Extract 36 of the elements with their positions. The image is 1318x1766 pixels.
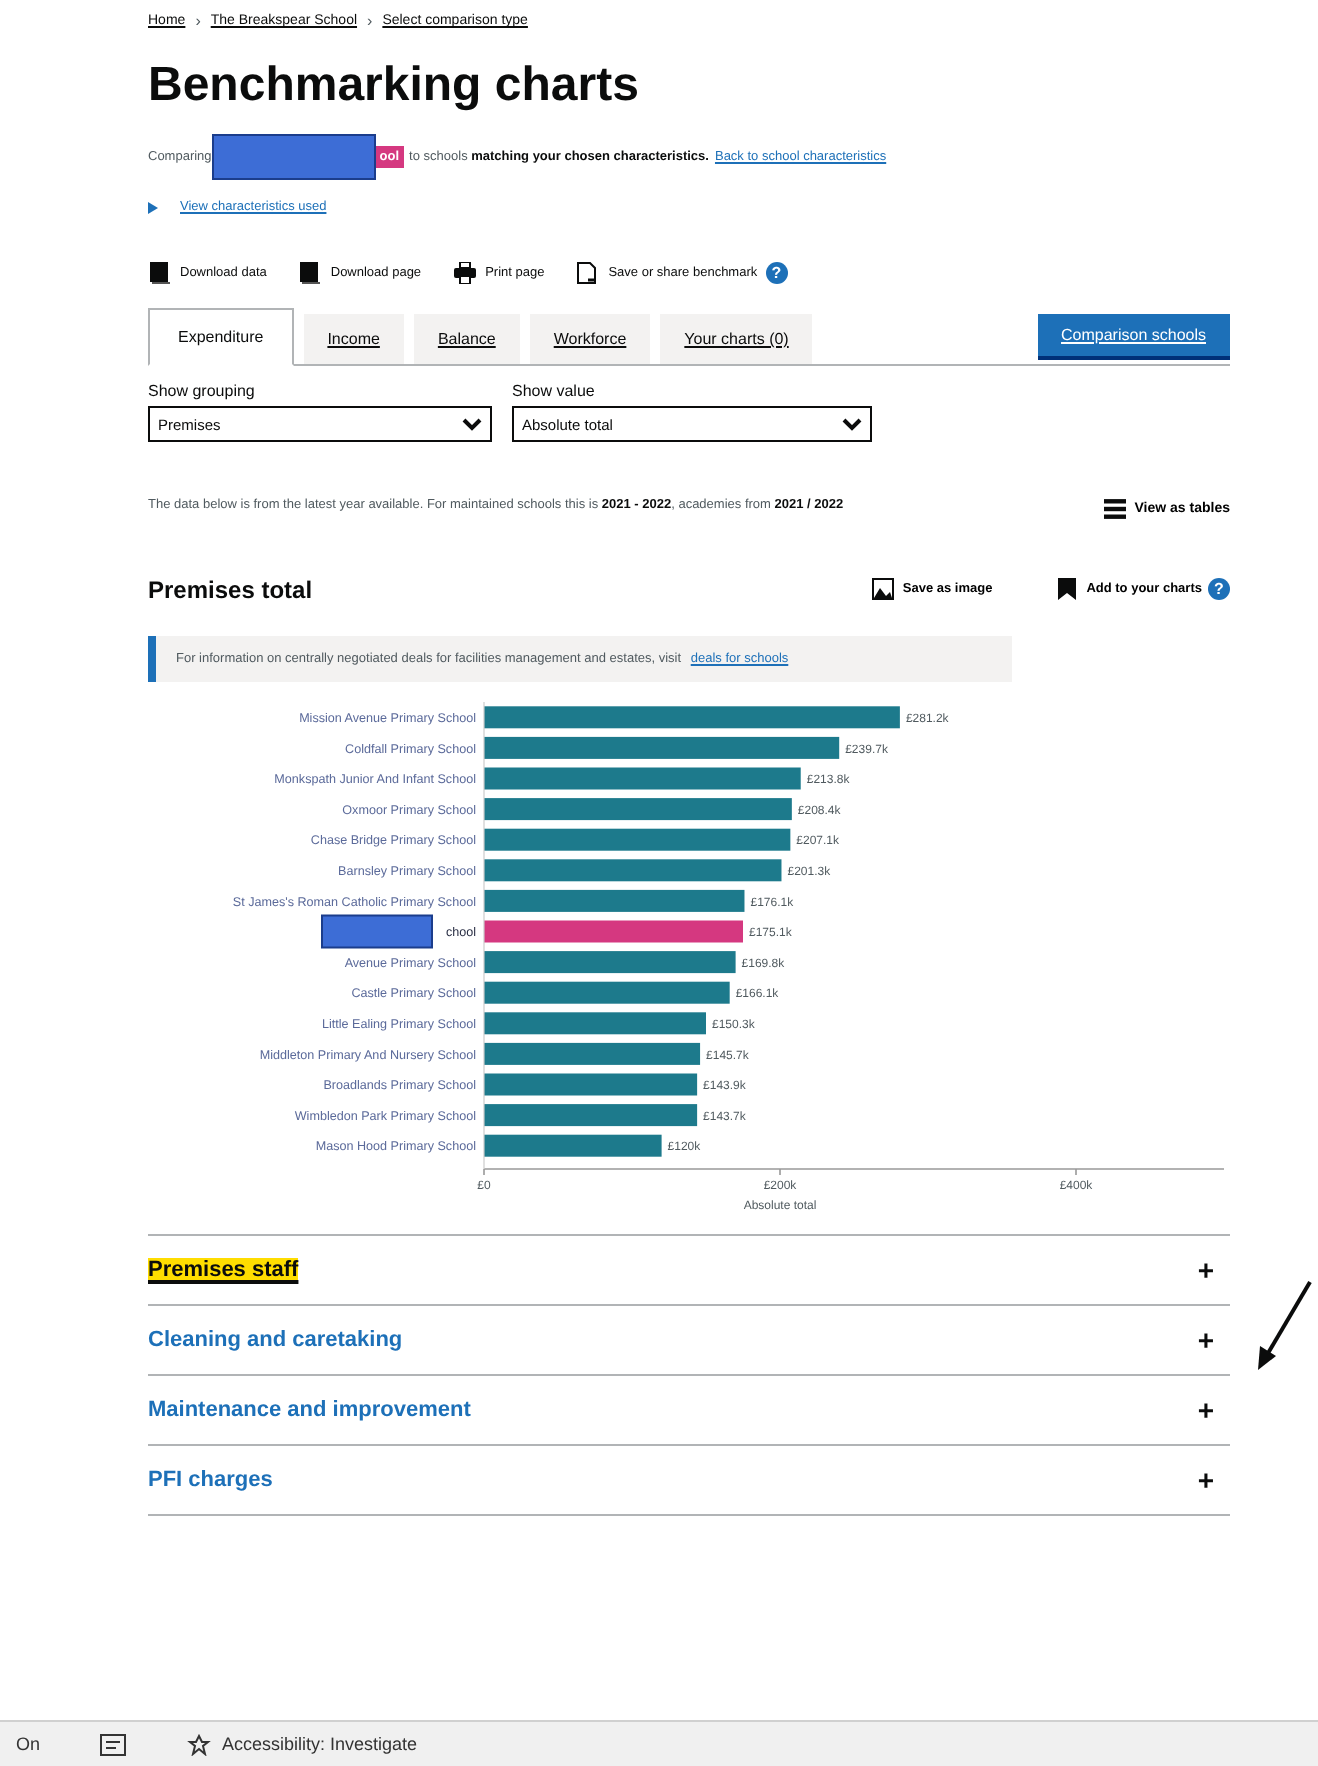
redaction-box: [321, 914, 433, 949]
field-label: Show value: [512, 382, 597, 400]
status-text: Accessibility: Investigate: [222, 1734, 418, 1754]
plus-icon[interactable]: +: [1197, 1253, 1214, 1286]
comparison-schools-button[interactable]: Comparison schools: [1037, 313, 1230, 355]
help-icon[interactable]: ?: [1208, 578, 1230, 601]
list-icon: [1104, 498, 1127, 520]
help-icon[interactable]: ?: [765, 262, 788, 284]
document-icon: [148, 262, 170, 284]
tab[interactable]: Balance: [413, 314, 520, 364]
chevron-icon: ›: [195, 12, 201, 30]
arrow-drawing: [1256, 1280, 1312, 1372]
bookmark-icon: [1056, 578, 1079, 601]
tab[interactable]: Your charts (0): [660, 314, 813, 364]
printer-icon: [453, 262, 476, 284]
status-text: On: [16, 1734, 41, 1754]
accessibility-icon: [186, 1733, 213, 1755]
plus-icon[interactable]: +: [1197, 1393, 1214, 1426]
tab[interactable]: Workforce: [529, 314, 651, 364]
tab[interactable]: Expenditure: [148, 308, 294, 366]
field-label: Show grouping: [148, 382, 257, 400]
screen-icon[interactable]: [100, 1733, 127, 1755]
page-title: Benchmarking charts: [148, 58, 641, 114]
accordion-heading[interactable]: Maintenance and improvement: [148, 1397, 471, 1422]
file-icon: [576, 262, 599, 284]
plus-icon[interactable]: +: [1197, 1323, 1214, 1356]
chevron-icon: [842, 417, 862, 431]
section-title: Premises total: [148, 575, 315, 604]
plus-icon[interactable]: +: [1197, 1463, 1214, 1496]
image-icon: [872, 578, 895, 601]
chevron-icon: [462, 417, 482, 431]
document-icon: [298, 262, 321, 284]
chevron-icon: ›: [367, 12, 373, 30]
accordion-heading[interactable]: Cleaning and caretaking: [148, 1327, 403, 1352]
accordion-heading[interactable]: PFI charges: [148, 1467, 273, 1492]
tab[interactable]: Income: [303, 314, 404, 364]
